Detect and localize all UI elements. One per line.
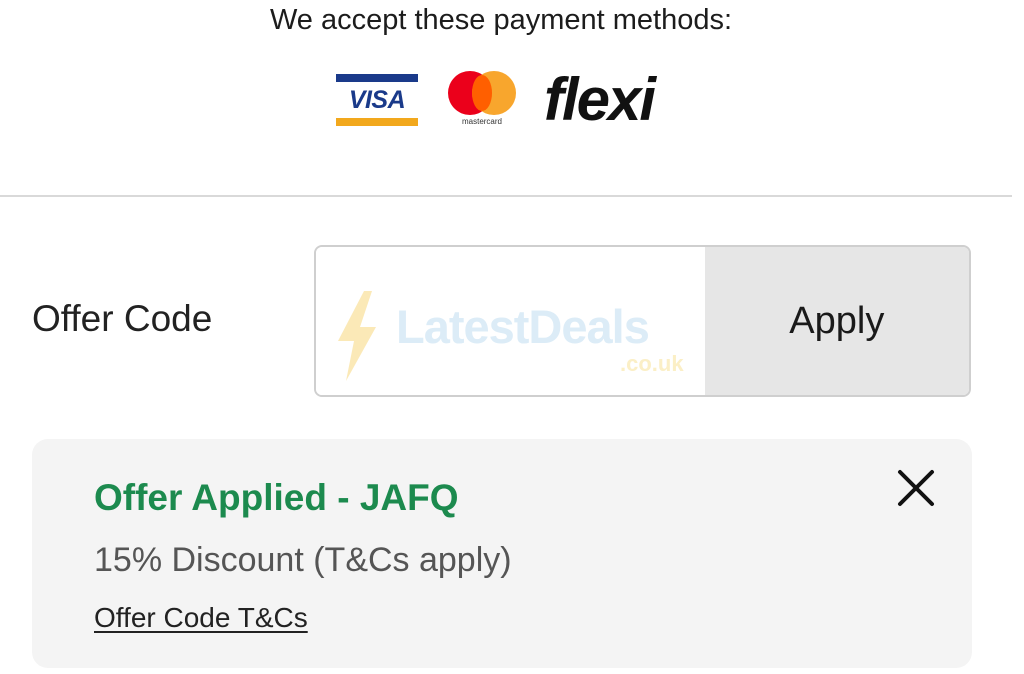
offer-code-label: Offer Code [32, 298, 213, 339]
close-icon[interactable] [894, 466, 938, 510]
visa-logo-text: VISA [348, 86, 406, 114]
offer-code-field: LatestDeals .co.uk Apply [314, 245, 971, 397]
offer-applied-panel: Offer Applied - JAFQ 15% Discount (T&Cs … [32, 439, 972, 668]
visa-logo-icon: VISA [336, 74, 418, 126]
apply-button[interactable]: Apply [704, 247, 969, 395]
flexi-logo-icon: flexi [544, 66, 656, 133]
mastercard-logo-icon: mastercard [446, 71, 518, 129]
section-divider [0, 195, 1012, 197]
payment-logos: VISA mastercard flexi [336, 70, 676, 130]
offer-code-input[interactable] [316, 247, 705, 395]
mastercard-wordmark: mastercard [461, 117, 502, 126]
offer-applied-title: Offer Applied - JAFQ [94, 477, 459, 518]
offer-code-tcs-link[interactable]: Offer Code T&Cs [94, 602, 308, 634]
discount-description: 15% Discount (T&Cs apply) [94, 541, 512, 579]
offer-code-input-area: LatestDeals .co.uk [316, 247, 705, 395]
payment-methods-title: We accept these payment methods: [269, 4, 733, 36]
